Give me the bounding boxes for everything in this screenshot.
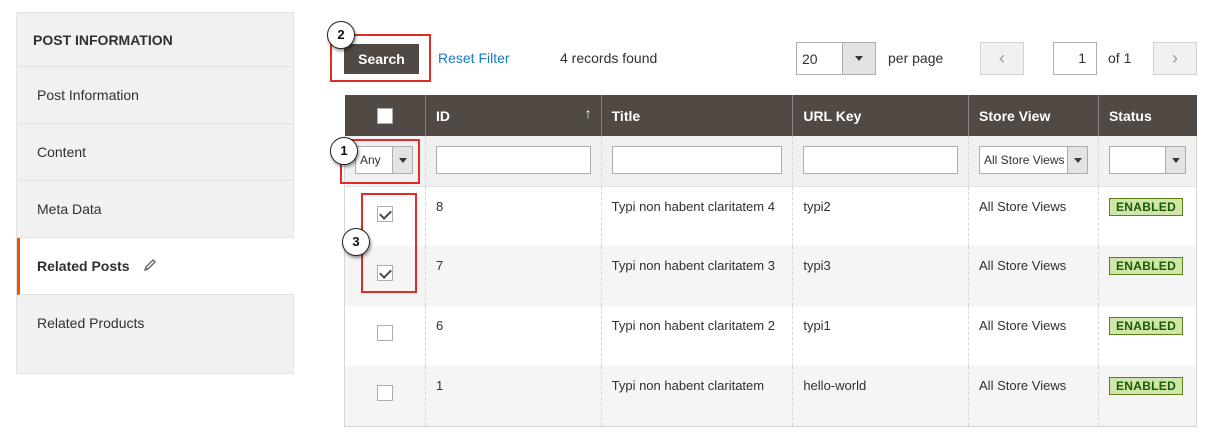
callout-number-3: 3 xyxy=(342,228,370,256)
column-header-label: Store View xyxy=(979,107,1051,124)
status-badge: ENABLED xyxy=(1108,377,1184,395)
status-filter-select[interactable] xyxy=(1108,146,1186,174)
next-page-button[interactable]: › xyxy=(1153,42,1197,75)
related-posts-grid: ID ↑ Title URL Key Store View Status Any … xyxy=(344,95,1198,427)
id-filter-cell xyxy=(424,136,602,187)
column-header-status[interactable]: Status xyxy=(1098,95,1197,136)
table-row[interactable]: 1 Typi non habent claritatem hello-world… xyxy=(344,366,1198,427)
chevron-right-icon: › xyxy=(1172,48,1178,68)
row-checkbox[interactable] xyxy=(376,385,393,401)
sidebar-item-content[interactable]: Content xyxy=(17,124,293,181)
column-header-store-view[interactable]: Store View xyxy=(968,95,1099,136)
column-header-label: ID xyxy=(435,107,450,124)
grid-toolbar: Search Reset Filter 4 records found 20 p… xyxy=(344,42,1197,76)
current-page-input[interactable]: 1 xyxy=(1053,42,1097,75)
chevron-down-icon[interactable] xyxy=(1066,147,1087,173)
status-cell: ENABLED xyxy=(1097,186,1198,246)
status-cell: ENABLED xyxy=(1097,306,1198,366)
pencil-icon xyxy=(143,239,157,296)
select-all-checkbox[interactable] xyxy=(376,107,393,124)
store-view-cell: All Store Views xyxy=(968,366,1099,427)
sidebar-item-related-products[interactable]: Related Products xyxy=(17,295,293,352)
url-key-cell: hello-world xyxy=(792,366,969,427)
url-key-filter-cell xyxy=(792,136,969,187)
store-view-filter-select[interactable]: All Store Views xyxy=(979,146,1088,174)
column-header-label: Title xyxy=(611,107,641,124)
callout-number-1: 1 xyxy=(330,137,358,165)
chevron-left-icon: ‹ xyxy=(999,48,1005,68)
reset-filter-link[interactable]: Reset Filter xyxy=(438,50,510,66)
title-cell: Typi non habent claritatem 2 xyxy=(600,306,793,366)
status-badge: ENABLED xyxy=(1108,197,1184,216)
title-cell: Typi non habent claritatem 4 xyxy=(600,186,793,246)
url-key-filter-input[interactable] xyxy=(803,146,959,174)
store-view-filter-cell: All Store Views xyxy=(968,136,1099,187)
page-count-text: of 1 xyxy=(1108,50,1132,66)
id-cell: 8 xyxy=(424,186,602,246)
id-cell: 1 xyxy=(424,366,602,427)
url-key-cell: typi2 xyxy=(792,186,969,246)
store-view-cell: All Store Views xyxy=(968,246,1099,306)
sidebar-item-label: Post Information xyxy=(37,87,139,103)
records-found-text: 4 records found xyxy=(560,50,658,66)
column-header-title[interactable]: Title xyxy=(601,95,794,136)
title-cell: Typi non habent claritatem 3 xyxy=(600,246,793,306)
row-select-cell xyxy=(344,366,426,427)
url-key-cell: typi3 xyxy=(792,246,969,306)
post-information-sidebar: POST INFORMATION Post Information Conten… xyxy=(16,12,294,374)
table-row[interactable]: 7 Typi non habent claritatem 3 typi3 All… xyxy=(344,246,1198,306)
store-view-cell: All Store Views xyxy=(968,186,1099,246)
row-select-cell xyxy=(344,306,426,366)
id-cell: 6 xyxy=(424,306,602,366)
previous-page-button[interactable]: ‹ xyxy=(980,42,1024,75)
chevron-down-icon[interactable] xyxy=(1165,147,1185,173)
row-checkbox[interactable] xyxy=(376,325,393,341)
callout-number-2: 2 xyxy=(327,21,355,49)
title-filter-cell xyxy=(600,136,793,187)
sidebar-item-label: Related Products xyxy=(37,315,145,331)
sidebar-item-label: Related Posts xyxy=(37,258,130,274)
sidebar-title: POST INFORMATION xyxy=(17,13,293,67)
id-cell: 7 xyxy=(424,246,602,306)
status-badge: ENABLED xyxy=(1108,317,1184,335)
sidebar-item-related-posts[interactable]: Related Posts xyxy=(17,238,294,295)
status-badge: ENABLED xyxy=(1108,257,1184,275)
sidebar-item-meta-data[interactable]: Meta Data xyxy=(17,181,293,238)
sidebar-item-post-information[interactable]: Post Information xyxy=(17,67,293,124)
filter-row: Any All Store Views xyxy=(344,136,1198,187)
table-row[interactable]: 8 Typi non habent claritatem 4 typi2 All… xyxy=(344,186,1198,246)
column-header-url-key[interactable]: URL Key xyxy=(792,95,970,136)
url-key-cell: typi1 xyxy=(792,306,969,366)
status-filter-cell xyxy=(1097,136,1198,187)
status-cell: ENABLED xyxy=(1097,366,1198,427)
table-row[interactable]: 6 Typi non habent claritatem 2 typi1 All… xyxy=(344,306,1198,366)
column-header-id[interactable]: ID ↑ xyxy=(425,95,602,136)
per-page-label: per page xyxy=(888,50,944,66)
title-cell: Typi non habent claritatem xyxy=(600,366,793,427)
chevron-down-icon[interactable] xyxy=(842,43,875,74)
sidebar-item-label: Content xyxy=(37,144,87,160)
id-filter-input[interactable] xyxy=(435,146,591,174)
per-page-select[interactable]: 20 xyxy=(796,42,876,75)
sort-arrow-up-icon: ↑ xyxy=(584,105,592,121)
column-header-label: URL Key xyxy=(803,107,862,124)
column-header-label: Status xyxy=(1108,107,1152,124)
title-filter-input[interactable] xyxy=(611,146,783,174)
store-view-cell: All Store Views xyxy=(968,306,1099,366)
select-all-header[interactable] xyxy=(344,95,426,136)
grid-header-row: ID ↑ Title URL Key Store View Status xyxy=(344,95,1197,136)
status-cell: ENABLED xyxy=(1097,246,1198,306)
sidebar-item-label: Meta Data xyxy=(37,201,102,217)
per-page-value: 20 xyxy=(802,51,818,67)
filter-select-value: All Store Views xyxy=(984,153,1065,167)
